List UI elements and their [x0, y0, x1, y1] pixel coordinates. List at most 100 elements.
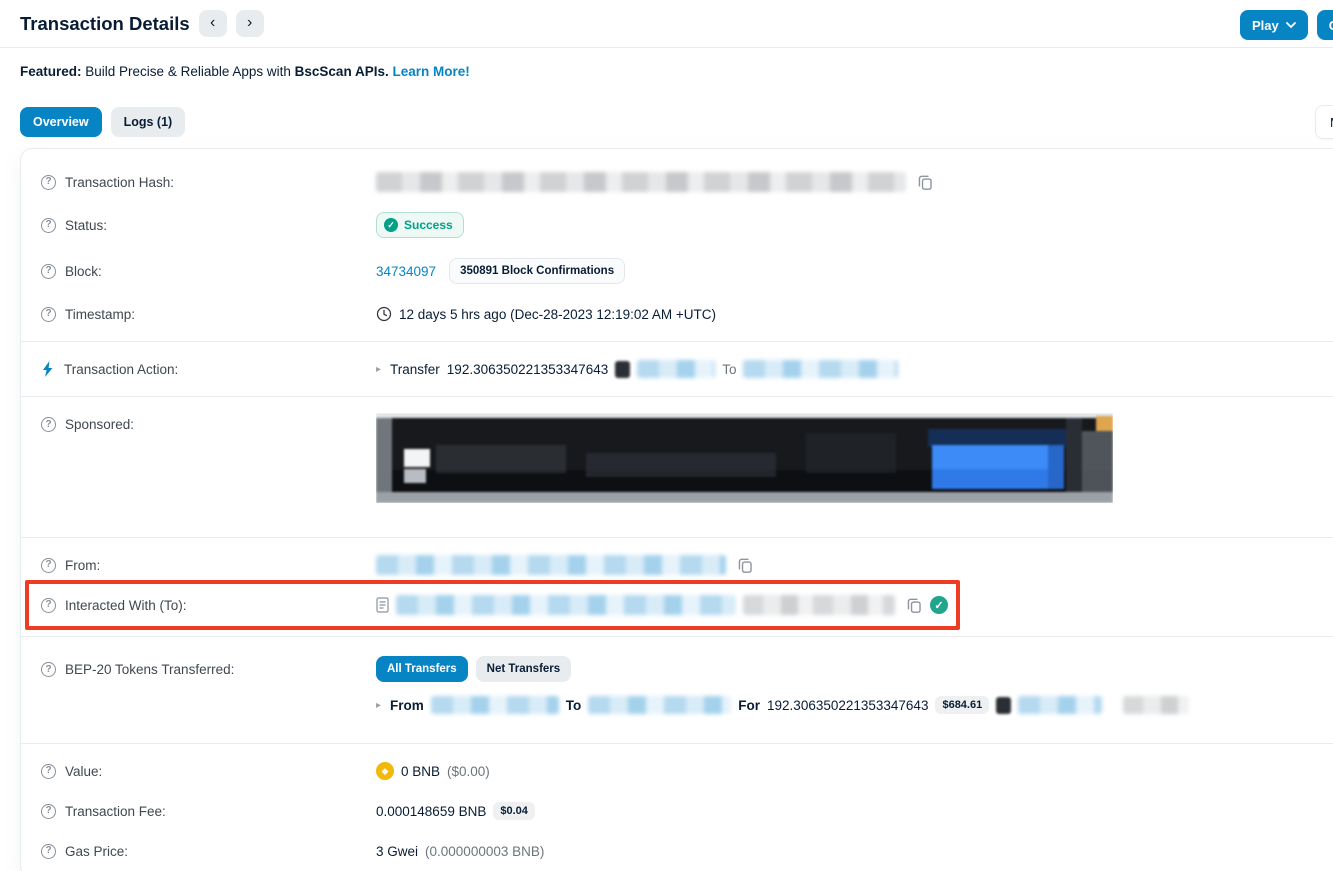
caret-right-icon: ▸ — [376, 699, 382, 711]
transaction-fee-label: Transaction Fee: — [65, 803, 166, 819]
chevron-left-icon: ‹ — [209, 14, 216, 31]
transaction-details-card: ? Transaction Hash: ? Status: ✓ Success — [20, 148, 1333, 871]
redacted-token-name — [1018, 696, 1103, 714]
game-button-label: Gar — [1329, 18, 1333, 33]
clock-icon — [376, 306, 392, 322]
gas-price-amount: 3 Gwei — [376, 843, 419, 859]
transaction-hash-row: ? Transaction Hash: — [21, 162, 1333, 202]
question-icon: ? — [41, 763, 56, 779]
sponsored-row: ? Sponsored: — [21, 404, 1333, 530]
tab-bar: Overview Logs (1) M — [20, 105, 1333, 139]
redacted-transfer-to — [588, 696, 732, 714]
section-divider — [21, 636, 1333, 637]
learn-more-link[interactable]: Learn More! — [392, 64, 469, 79]
value-label: Value: — [65, 763, 103, 779]
section-divider — [21, 396, 1333, 397]
game-button[interactable]: Gar — [1316, 10, 1333, 40]
prev-transaction-button[interactable]: ‹ — [198, 10, 227, 37]
ad-accent-square — [1096, 416, 1113, 431]
transaction-hash-label: Transaction Hash: — [65, 174, 175, 190]
next-transaction-button[interactable]: › — [235, 10, 264, 37]
question-icon: ? — [41, 803, 56, 819]
redacted-token-icon — [615, 360, 631, 378]
net-transfers-button[interactable]: Net Transfers — [475, 656, 572, 682]
action-to-label: To — [722, 361, 737, 377]
transaction-action-label: Transaction Action: — [64, 361, 179, 377]
redacted-token-symbol — [1123, 696, 1190, 714]
caret-right-icon: ▸ — [376, 363, 382, 375]
question-icon: ? — [41, 417, 56, 432]
question-icon: ? — [41, 217, 56, 233]
from-label: From: — [65, 557, 101, 573]
verified-check-icon: ✓ — [930, 596, 948, 614]
bnb-coin-icon: ◆ — [376, 762, 394, 780]
redacted-to-address — [743, 360, 899, 378]
redacted-contract-name — [743, 595, 895, 615]
block-number-link[interactable]: 34734097 — [376, 264, 436, 279]
question-icon: ? — [41, 662, 56, 677]
action-verb: Transfer — [390, 361, 440, 377]
lightning-bolt-icon — [41, 361, 55, 377]
gas-price-label: Gas Price: — [65, 843, 129, 859]
action-amount: 192.306350221353347643 — [446, 361, 609, 377]
chevron-right-icon: › — [246, 14, 253, 31]
timestamp-value: 12 days 5 hrs ago (Dec-28-2023 12:19:02 … — [399, 306, 717, 322]
token-transfer-item: ▸ From To For 192.306350221353347643 $68… — [376, 696, 1333, 714]
from-row: ? From: — [21, 545, 1333, 585]
bep20-transfers-row: ? BEP-20 Tokens Transferred: All Transfe… — [21, 644, 1333, 736]
section-divider — [21, 341, 1333, 342]
copy-icon[interactable] — [906, 597, 923, 614]
page-title: Transaction Details — [20, 12, 190, 34]
status-label: Status: — [65, 217, 108, 233]
transaction-fee-row: ? Transaction Fee: 0.000148659 BNB $0.04 — [21, 791, 1333, 831]
question-icon: ? — [41, 306, 56, 322]
timestamp-row: ? Timestamp: 12 days 5 hrs ago (Dec-28-2… — [21, 294, 1333, 334]
status-badge-label: Success — [404, 218, 453, 232]
interacted-with-row: ? Interacted With (To): ✓ — [21, 580, 1333, 630]
gas-price-alt: (0.000000003 BNB) — [425, 843, 545, 859]
chevron-down-icon — [1285, 21, 1296, 29]
tab-logs[interactable]: Logs (1) — [110, 107, 186, 137]
all-transfers-button[interactable]: All Transfers — [376, 656, 468, 682]
redacted-transaction-hash — [376, 172, 906, 192]
section-divider — [21, 537, 1333, 538]
transaction-fee-amount: 0.000148659 BNB — [376, 803, 487, 819]
question-icon: ? — [41, 174, 56, 190]
block-confirmations-badge: 350891 Block Confirmations — [449, 258, 626, 284]
question-icon: ? — [41, 557, 56, 573]
value-usd: ($0.00) — [447, 763, 490, 779]
status-row: ? Status: ✓ Success — [21, 202, 1333, 248]
tab-more-button[interactable]: M — [1315, 105, 1333, 139]
copy-icon[interactable] — [737, 557, 754, 574]
transfer-from-label: From — [390, 697, 424, 713]
section-divider — [21, 743, 1333, 744]
play-button[interactable]: Play — [1240, 10, 1308, 40]
transaction-fee-usd-badge: $0.04 — [493, 802, 535, 820]
sponsored-label: Sponsored: — [65, 417, 135, 432]
featured-prefix: Featured: — [20, 64, 82, 79]
transfer-for-label: For — [738, 697, 761, 713]
featured-banner: Featured: Build Precise & Reliable Apps … — [0, 48, 1333, 79]
redacted-contract-address — [396, 595, 736, 615]
question-icon: ? — [41, 263, 56, 279]
gas-price-row: ? Gas Price: 3 Gwei (0.000000003 BNB) — [21, 831, 1333, 871]
contract-document-icon — [376, 597, 389, 613]
copy-icon[interactable] — [917, 174, 934, 191]
featured-text: Build Precise & Reliable Apps with — [85, 64, 291, 79]
status-badge: ✓ Success — [376, 212, 464, 238]
redacted-token-icon — [996, 696, 1012, 714]
play-button-label: Play — [1252, 17, 1279, 33]
featured-bold-text: BscScan APIs. — [294, 64, 389, 79]
value-amount: 0 BNB — [401, 763, 441, 779]
transfer-amount: 192.306350221353347643 — [767, 697, 929, 713]
tab-overview[interactable]: Overview — [20, 107, 102, 137]
transfer-usd-badge: $684.61 — [935, 696, 990, 714]
value-row: ? Value: ◆ 0 BNB ($0.00) — [21, 751, 1333, 791]
sponsored-ad-banner[interactable] — [376, 413, 1113, 503]
transaction-action-row: Transaction Action: ▸ Transfer 192.30635… — [21, 349, 1333, 389]
bep20-label: BEP-20 Tokens Transferred: — [65, 662, 235, 677]
block-row: ? Block: 34734097 350891 Block Confirmat… — [21, 248, 1333, 294]
page-header: Transaction Details ‹ › Play Gar — [0, 0, 1333, 48]
redacted-token-name — [637, 360, 716, 378]
redacted-transfer-from — [430, 696, 559, 714]
